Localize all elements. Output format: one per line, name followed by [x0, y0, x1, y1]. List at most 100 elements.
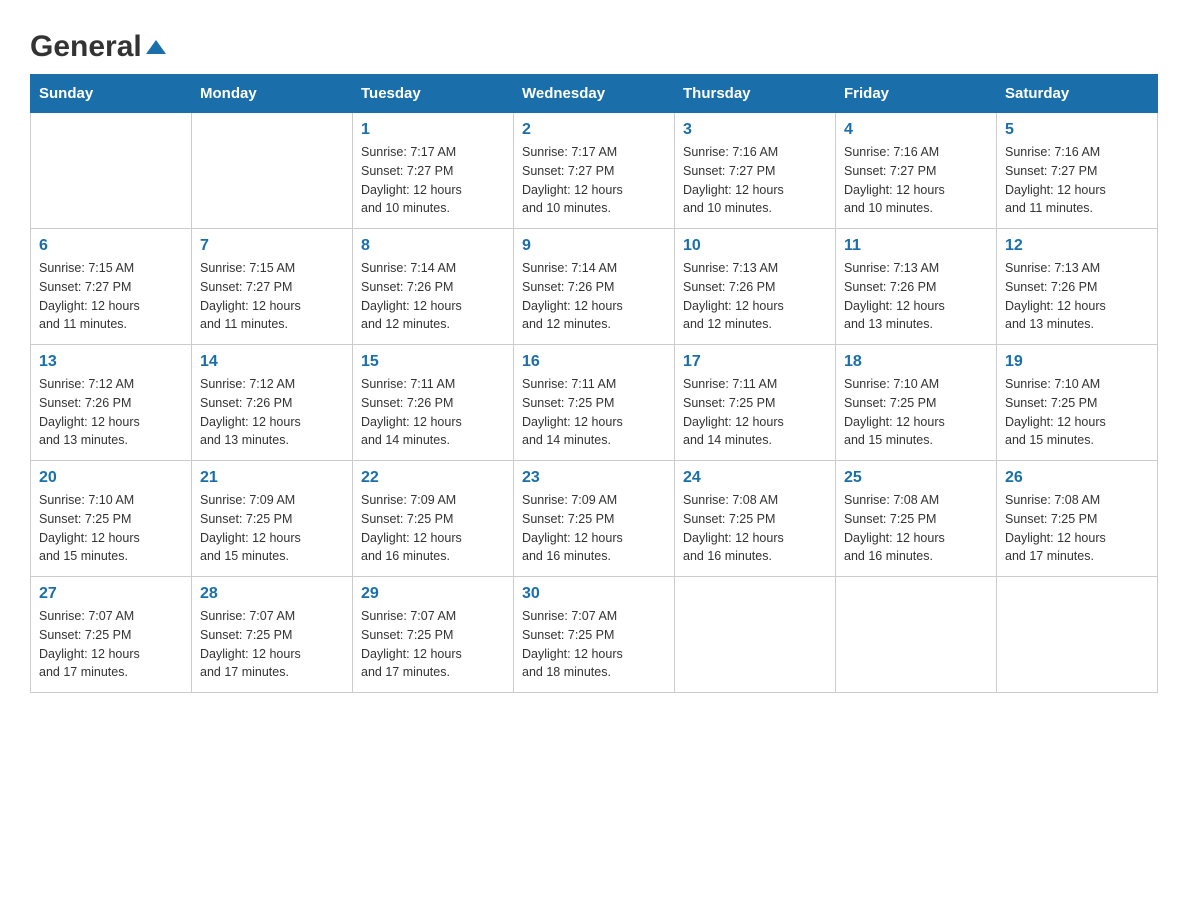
calendar-cell: 27Sunrise: 7:07 AMSunset: 7:25 PMDayligh… [31, 577, 192, 693]
calendar-cell: 8 Sunrise: 7:14 AMSunset: 7:26 PMDaylight… [353, 229, 514, 345]
calendar-cell: 4 Sunrise: 7:16 AMSunset: 7:27 PMDaylight… [836, 113, 997, 229]
day-number: 27 [39, 585, 183, 603]
page-header: General Blue [30, 20, 1158, 64]
day-info: Sunrise: 7:17 AMSunset: 7:27 PMDaylight:… [522, 143, 666, 218]
calendar-cell: 14Sunrise: 7:12 AMSunset: 7:26 PMDayligh… [192, 345, 353, 461]
week-row-1: 1 Sunrise: 7:17 AMSunset: 7:27 PMDaylight… [31, 113, 1158, 229]
calendar-cell: 19 Sunrise: 7:10 AMSunset: 7:25 PMDayligh… [997, 345, 1158, 461]
day-info: Sunrise: 7:15 AMSunset: 7:27 PMDaylight:… [39, 259, 183, 334]
day-number: 21 [200, 469, 344, 487]
day-info: Sunrise: 7:14 AMSunset: 7:26 PMDaylight:… [522, 259, 666, 334]
logo-general-text: General [30, 30, 142, 64]
day-info: Sunrise: 7:09 AMSunset: 7:25 PMDaylight:… [200, 491, 344, 566]
calendar-cell: 16 Sunrise: 7:11 AMSunset: 7:25 PMDayligh… [514, 345, 675, 461]
day-info: Sunrise: 7:08 AMSunset: 7:25 PMDaylight:… [844, 491, 988, 566]
day-info: Sunrise: 7:07 AMSunset: 7:25 PMDaylight:… [200, 607, 344, 682]
calendar-cell: 10Sunrise: 7:13 AMSunset: 7:26 PMDayligh… [675, 229, 836, 345]
calendar-cell: 6 Sunrise: 7:15 AMSunset: 7:27 PMDaylight… [31, 229, 192, 345]
week-row-2: 6 Sunrise: 7:15 AMSunset: 7:27 PMDaylight… [31, 229, 1158, 345]
day-number: 16 [522, 353, 666, 371]
weekday-header-thursday: Thursday [675, 75, 836, 113]
weekday-header-friday: Friday [836, 75, 997, 113]
calendar-cell: 11 Sunrise: 7:13 AMSunset: 7:26 PMDayligh… [836, 229, 997, 345]
calendar-cell: 15 Sunrise: 7:11 AMSunset: 7:26 PMDayligh… [353, 345, 514, 461]
day-info: Sunrise: 7:10 AMSunset: 7:25 PMDaylight:… [39, 491, 183, 566]
calendar-cell: 2 Sunrise: 7:17 AMSunset: 7:27 PMDaylight… [514, 113, 675, 229]
day-info: Sunrise: 7:10 AMSunset: 7:25 PMDaylight:… [1005, 375, 1149, 450]
day-number: 22 [361, 469, 505, 487]
day-info: Sunrise: 7:17 AMSunset: 7:27 PMDaylight:… [361, 143, 505, 218]
calendar-cell: 22 Sunrise: 7:09 AMSunset: 7:25 PMDayligh… [353, 461, 514, 577]
day-number: 30 [522, 585, 666, 603]
logo: General Blue [30, 20, 166, 64]
day-number: 8 [361, 237, 505, 255]
calendar-cell: 28 Sunrise: 7:07 AMSunset: 7:25 PMDayligh… [192, 577, 353, 693]
calendar-cell: 18Sunrise: 7:10 AMSunset: 7:25 PMDayligh… [836, 345, 997, 461]
day-number: 5 [1005, 121, 1149, 139]
weekday-header-monday: Monday [192, 75, 353, 113]
calendar-cell: 25 Sunrise: 7:08 AMSunset: 7:25 PMDayligh… [836, 461, 997, 577]
day-info: Sunrise: 7:08 AMSunset: 7:25 PMDaylight:… [683, 491, 827, 566]
day-info: Sunrise: 7:07 AMSunset: 7:25 PMDaylight:… [522, 607, 666, 682]
logo-arrow-up [146, 40, 166, 54]
day-info: Sunrise: 7:12 AMSunset: 7:26 PMDaylight:… [39, 375, 183, 450]
day-info: Sunrise: 7:08 AMSunset: 7:25 PMDaylight:… [1005, 491, 1149, 566]
calendar-cell: 5 Sunrise: 7:16 AMSunset: 7:27 PMDaylight… [997, 113, 1158, 229]
calendar-cell [675, 577, 836, 693]
calendar-cell: 29Sunrise: 7:07 AMSunset: 7:25 PMDayligh… [353, 577, 514, 693]
logo-line1: General [30, 30, 166, 64]
calendar-cell [997, 577, 1158, 693]
calendar-table: SundayMondayTuesdayWednesdayThursdayFrid… [30, 74, 1158, 693]
calendar-cell: 30 Sunrise: 7:07 AMSunset: 7:25 PMDayligh… [514, 577, 675, 693]
day-number: 24 [683, 469, 827, 487]
day-info: Sunrise: 7:16 AMSunset: 7:27 PMDaylight:… [1005, 143, 1149, 218]
day-number: 6 [39, 237, 183, 255]
day-number: 15 [361, 353, 505, 371]
weekday-header-sunday: Sunday [31, 75, 192, 113]
calendar-cell: 23 Sunrise: 7:09 AMSunset: 7:25 PMDayligh… [514, 461, 675, 577]
day-number: 4 [844, 121, 988, 139]
day-info: Sunrise: 7:09 AMSunset: 7:25 PMDaylight:… [522, 491, 666, 566]
calendar-cell [836, 577, 997, 693]
day-number: 20 [39, 469, 183, 487]
weekday-header-wednesday: Wednesday [514, 75, 675, 113]
day-number: 29 [361, 585, 505, 603]
day-number: 13 [39, 353, 183, 371]
day-number: 19 [1005, 353, 1149, 371]
day-number: 25 [844, 469, 988, 487]
day-info: Sunrise: 7:16 AMSunset: 7:27 PMDaylight:… [844, 143, 988, 218]
day-number: 28 [200, 585, 344, 603]
day-number: 7 [200, 237, 344, 255]
logo-arrow [146, 40, 166, 54]
day-info: Sunrise: 7:11 AMSunset: 7:25 PMDaylight:… [683, 375, 827, 450]
calendar-cell: 3Sunrise: 7:16 AMSunset: 7:27 PMDaylight… [675, 113, 836, 229]
calendar-cell: 17Sunrise: 7:11 AMSunset: 7:25 PMDayligh… [675, 345, 836, 461]
day-info: Sunrise: 7:11 AMSunset: 7:26 PMDaylight:… [361, 375, 505, 450]
day-info: Sunrise: 7:14 AMSunset: 7:26 PMDaylight:… [361, 259, 505, 334]
weekday-header-saturday: Saturday [997, 75, 1158, 113]
day-number: 9 [522, 237, 666, 255]
calendar-cell: 20 Sunrise: 7:10 AMSunset: 7:25 PMDayligh… [31, 461, 192, 577]
day-number: 2 [522, 121, 666, 139]
calendar-cell: 9 Sunrise: 7:14 AMSunset: 7:26 PMDaylight… [514, 229, 675, 345]
weekday-header-row: SundayMondayTuesdayWednesdayThursdayFrid… [31, 75, 1158, 113]
calendar-cell [192, 113, 353, 229]
calendar-cell: 13 Sunrise: 7:12 AMSunset: 7:26 PMDayligh… [31, 345, 192, 461]
calendar-cell: 26 Sunrise: 7:08 AMSunset: 7:25 PMDayligh… [997, 461, 1158, 577]
day-info: Sunrise: 7:11 AMSunset: 7:25 PMDaylight:… [522, 375, 666, 450]
calendar-cell [31, 113, 192, 229]
day-info: Sunrise: 7:15 AMSunset: 7:27 PMDaylight:… [200, 259, 344, 334]
calendar-cell: 12Sunrise: 7:13 AMSunset: 7:26 PMDayligh… [997, 229, 1158, 345]
day-number: 14 [200, 353, 344, 371]
day-info: Sunrise: 7:13 AMSunset: 7:26 PMDaylight:… [683, 259, 827, 334]
day-number: 11 [844, 237, 988, 255]
day-number: 23 [522, 469, 666, 487]
day-info: Sunrise: 7:13 AMSunset: 7:26 PMDaylight:… [844, 259, 988, 334]
day-info: Sunrise: 7:13 AMSunset: 7:26 PMDaylight:… [1005, 259, 1149, 334]
calendar-cell: 21 Sunrise: 7:09 AMSunset: 7:25 PMDayligh… [192, 461, 353, 577]
day-info: Sunrise: 7:16 AMSunset: 7:27 PMDaylight:… [683, 143, 827, 218]
day-number: 26 [1005, 469, 1149, 487]
week-row-3: 13 Sunrise: 7:12 AMSunset: 7:26 PMDayligh… [31, 345, 1158, 461]
day-info: Sunrise: 7:09 AMSunset: 7:25 PMDaylight:… [361, 491, 505, 566]
day-number: 1 [361, 121, 505, 139]
